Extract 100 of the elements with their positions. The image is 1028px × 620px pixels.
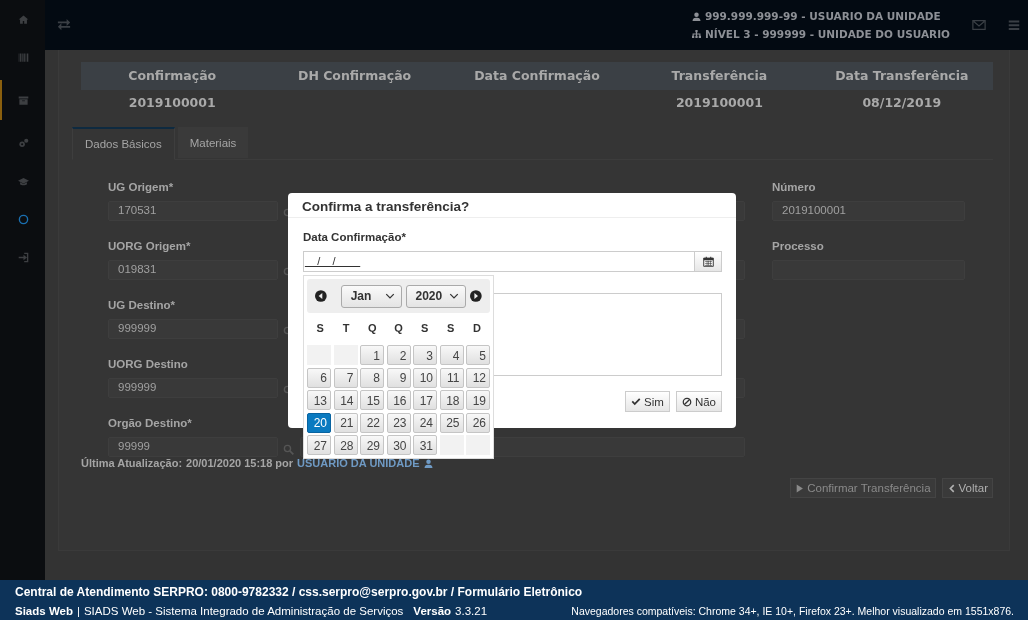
column-header: Data Confirmação bbox=[445, 62, 629, 90]
chevron-down-icon bbox=[449, 291, 460, 301]
table-cell-text: 08/12/2019 bbox=[861, 94, 943, 112]
version-label: Versão bbox=[413, 605, 452, 617]
envelope-icon[interactable] bbox=[972, 18, 986, 32]
weekday-label: S bbox=[446, 322, 456, 336]
field-label: Processo bbox=[772, 240, 825, 254]
calendar-icon bbox=[702, 256, 714, 267]
user-icon bbox=[423, 458, 433, 468]
yes-button[interactable]: Sim bbox=[625, 391, 670, 412]
previous-icon[interactable] bbox=[315, 290, 327, 302]
day-cell[interactable]: 1 bbox=[360, 345, 384, 365]
next-icon[interactable] bbox=[470, 290, 482, 302]
input-field[interactable]: 999999 bbox=[108, 319, 278, 339]
menu-icon[interactable] bbox=[1008, 19, 1020, 31]
user-name: 999.999.999-99 - USUARIO DA UNIDADE bbox=[704, 10, 941, 22]
chevron-down-icon bbox=[384, 291, 395, 301]
date-field[interactable]: __/__/____ bbox=[303, 251, 694, 272]
day-cell[interactable]: 16 bbox=[386, 390, 411, 410]
back-button[interactable]: Voltar bbox=[941, 478, 993, 498]
field-label: Orgão Destino* bbox=[108, 417, 193, 431]
day-cell[interactable]: 10 bbox=[413, 367, 437, 388]
unit-name: NÍVEL 3 - 999999 - UNIDADE DO USUARIO bbox=[704, 28, 950, 40]
dialog-title: Confirma a transferência? bbox=[288, 193, 736, 218]
day-cell[interactable]: 26 bbox=[466, 412, 490, 433]
day-cell[interactable]: 31 bbox=[413, 435, 437, 455]
app-description: SIADS Web - Sistema Integrado de Administração de Serviços bbox=[83, 605, 404, 617]
day-cell[interactable]: 14 bbox=[333, 390, 358, 410]
sign-in-icon bbox=[18, 251, 29, 263]
ban-icon bbox=[681, 396, 692, 407]
day-cell[interactable]: 5 bbox=[466, 345, 490, 365]
field-label: Data Confirmação* bbox=[303, 231, 407, 243]
day-cell[interactable]: 12 bbox=[466, 367, 490, 388]
search-icon[interactable] bbox=[283, 444, 294, 455]
input-field[interactable]: 170531 bbox=[108, 201, 278, 221]
field-label: Número bbox=[772, 181, 817, 195]
table-cell-text: 2019100001 bbox=[674, 94, 764, 112]
weekday-label: T bbox=[341, 322, 351, 336]
last-update-text: 20/01/2020 15:18 por bbox=[186, 457, 294, 469]
check-icon bbox=[631, 396, 642, 407]
weekday-label: S bbox=[419, 322, 430, 336]
weekday-label: D bbox=[471, 322, 482, 336]
day-cell[interactable]: 9 bbox=[386, 367, 411, 388]
tab[interactable]: Dados Básicos bbox=[72, 127, 175, 160]
day-cell[interactable]: 28 bbox=[333, 435, 358, 455]
input-field[interactable]: 019831 bbox=[108, 260, 278, 280]
day-cell[interactable]: 25 bbox=[439, 412, 464, 433]
day-cell[interactable]: 11 bbox=[439, 367, 464, 388]
column-header: Data Transferência bbox=[810, 62, 993, 90]
barcode-icon bbox=[18, 51, 29, 63]
last-update-label: Última Atualização: bbox=[81, 457, 183, 469]
day-cell[interactable]: 23 bbox=[386, 412, 411, 433]
column-header: DH Confirmação bbox=[263, 62, 446, 90]
contact-text: Central de Atendimento SERPRO: 0800-9782332 / css.serpro@serpro.gov.br / Formulário Eletrônico bbox=[15, 584, 584, 601]
column-header: Confirmação bbox=[81, 62, 264, 90]
column-header: Transferência bbox=[628, 62, 811, 90]
day-cell[interactable]: 19 bbox=[466, 390, 490, 410]
sitemap-icon bbox=[691, 29, 701, 39]
play-icon bbox=[795, 483, 805, 493]
swap-icon[interactable] bbox=[57, 18, 71, 32]
no-button[interactable]: Não bbox=[675, 391, 722, 412]
day-cell[interactable]: 3 bbox=[413, 345, 437, 365]
day-cell[interactable]: 13 bbox=[307, 390, 331, 410]
input-field[interactable]: 999999 bbox=[108, 378, 278, 398]
day-cell[interactable]: 7 bbox=[333, 367, 358, 388]
field-label: UORG Origem* bbox=[108, 240, 192, 254]
tab[interactable]: Materiais bbox=[177, 127, 249, 158]
calendar-button[interactable] bbox=[694, 251, 722, 272]
circle-icon bbox=[18, 213, 29, 225]
separator: | bbox=[76, 605, 80, 617]
day-cell[interactable]: 4 bbox=[439, 345, 464, 365]
day-cell[interactable]: 30 bbox=[386, 435, 411, 455]
chevron-left-icon bbox=[946, 483, 956, 493]
day-cell[interactable]: 18 bbox=[439, 390, 464, 410]
day-cell[interactable]: 17 bbox=[413, 390, 437, 410]
version-number: 3.3.21 bbox=[455, 605, 488, 617]
input-field[interactable]: 99999 bbox=[108, 437, 278, 457]
browser-note: Navegadores compatíveis: Chrome 34+, IE 10+, Firefox 23+. Melhor visualizado em 1551x876. bbox=[571, 605, 1014, 617]
day-cell[interactable]: 27 bbox=[307, 435, 331, 455]
day-cell[interactable]: 20 bbox=[307, 412, 331, 433]
day-cell[interactable]: 8 bbox=[360, 367, 384, 388]
month-select[interactable]: Jan bbox=[340, 284, 402, 308]
weekday-label: Q bbox=[393, 322, 404, 336]
input-field[interactable]: 2019100001 bbox=[772, 201, 965, 221]
table-cell-text: 2019100001 bbox=[127, 94, 217, 112]
day-cell[interactable]: 29 bbox=[360, 435, 384, 455]
weekday-label: S bbox=[315, 322, 325, 336]
day-cell[interactable]: 24 bbox=[413, 412, 437, 433]
day-cell[interactable]: 22 bbox=[360, 412, 384, 433]
day-cell[interactable]: 15 bbox=[360, 390, 384, 410]
day-cell[interactable]: 6 bbox=[307, 367, 331, 388]
day-cell[interactable]: 21 bbox=[333, 412, 358, 433]
archive-icon bbox=[18, 94, 29, 106]
user-link[interactable]: USUARIO DA UNIDADE bbox=[297, 457, 420, 469]
user-icon bbox=[691, 11, 701, 21]
weekday-label: Q bbox=[367, 322, 378, 336]
year-select[interactable]: 2020 bbox=[405, 284, 467, 308]
field-label: UORG Destino bbox=[108, 358, 189, 372]
day-cell[interactable]: 2 bbox=[386, 345, 411, 365]
field-label: UG Origem* bbox=[108, 181, 175, 195]
